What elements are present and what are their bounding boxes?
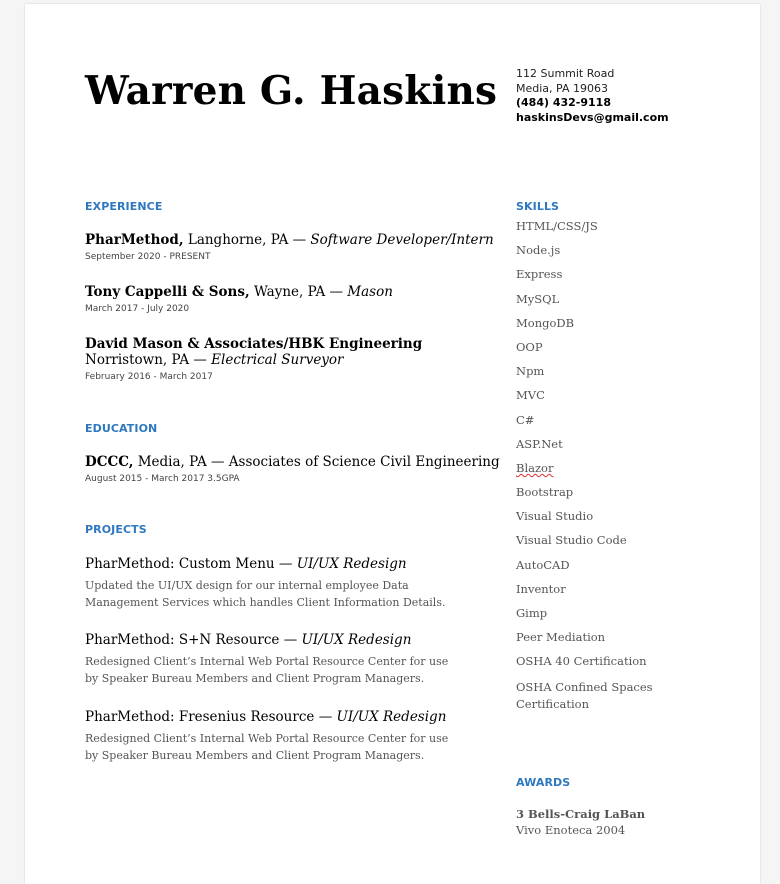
skill-item: Gimp xyxy=(516,606,548,620)
project-separator: — xyxy=(283,632,302,648)
skill-item: Node.js xyxy=(516,243,561,258)
experience-org: David Mason & Associates/HBK Engineering xyxy=(85,336,423,352)
skill-item: Express xyxy=(516,267,563,282)
skill-item: ASP.Net xyxy=(516,436,563,451)
skill-item: OSHA 40 Certification xyxy=(516,654,647,669)
project-item: PharMethod: S+N Resource — UI/UX Redesig… xyxy=(85,632,465,687)
project-item: PharMethod: Custom Menu — UI/UX Redesign… xyxy=(85,556,485,611)
experience-role: Software Developer/Intern xyxy=(310,232,494,248)
skill-item: Peer Mediation xyxy=(516,630,606,645)
education-item: DCCC, Media, PA — Associates of Science … xyxy=(85,454,505,484)
experience-dates: March 2017 - July 2020 xyxy=(85,304,190,314)
project-item: PharMethod: Fresenius Resource — UI/UX R… xyxy=(85,709,465,764)
skill-item: Bootstrap xyxy=(516,485,574,500)
project-separator: — xyxy=(318,709,337,725)
experience-dates: February 2016 - March 2017 xyxy=(85,372,213,382)
education-dates: August 2015 - March 2017 3.5GPA xyxy=(85,474,240,484)
resume-name: Warren G. Haskins xyxy=(85,68,498,114)
skills-heading: SKILLS xyxy=(516,200,560,213)
skill-item: MySQL xyxy=(516,291,560,306)
skill-item: Inventor xyxy=(516,581,566,596)
experience-org: PharMethod, xyxy=(85,232,184,248)
project-role: UI/UX Redesign xyxy=(296,556,407,572)
project-description: Redesigned Client’s Internal Web Portal … xyxy=(85,655,449,685)
experience-item: PharMethod, Langhorne, PA — Software Dev… xyxy=(85,232,505,262)
skill-item: AutoCAD xyxy=(516,557,570,572)
email-address: haskinsDevs@gmail.com xyxy=(516,110,669,124)
address-line-2: Media, PA 19063 xyxy=(516,81,608,95)
award-item: 3 Bells-Craig LaBan Vivo Enoteca 2004 xyxy=(516,806,736,838)
education-org: DCCC, xyxy=(85,454,134,470)
award-detail: Vivo Enoteca 2004 xyxy=(516,823,626,837)
experience-heading: EXPERIENCE xyxy=(85,200,163,213)
skill-item: Visual Studio xyxy=(516,509,594,524)
skill-item: OOP xyxy=(516,339,543,354)
project-title: PharMethod: S+N Resource xyxy=(85,632,284,648)
project-role: UI/UX Redesign xyxy=(301,632,412,648)
contact-block: 112 Summit Road Media, PA 19063 (484) 43… xyxy=(516,67,746,125)
skill-item: MongoDB xyxy=(516,315,575,330)
awards-heading: AWARDS xyxy=(516,776,571,789)
resume-page: Warren G. Haskins 112 Summit Road Media,… xyxy=(25,4,760,884)
skill-item: MVC xyxy=(516,388,545,403)
experience-org: Tony Cappelli & Sons, xyxy=(85,284,250,300)
project-separator: — xyxy=(278,556,297,572)
project-role: UI/UX Redesign xyxy=(336,709,447,725)
experience-role: Mason xyxy=(347,284,393,300)
experience-role: Electrical Surveyor xyxy=(211,352,344,368)
project-title: PharMethod: Custom Menu xyxy=(85,556,279,572)
experience-item: David Mason & Associates/HBK Engineering… xyxy=(85,336,505,382)
project-title: PharMethod: Fresenius Resource xyxy=(85,709,319,725)
project-description: Updated the UI/UX design for our interna… xyxy=(85,579,446,609)
education-heading: EDUCATION xyxy=(85,422,158,435)
address-line-1: 112 Summit Road xyxy=(516,67,615,80)
project-description: Redesigned Client’s Internal Web Portal … xyxy=(85,732,449,762)
award-title: 3 Bells-Craig LaBan xyxy=(516,807,646,821)
experience-dates: September 2020 - PRESENT xyxy=(85,252,211,262)
spellcheck-underlined-skill: Blazor xyxy=(516,460,554,475)
education-detail: Media, PA — Associates of Science Civil … xyxy=(133,454,500,470)
experience-location: Wayne, PA — xyxy=(249,284,348,300)
skill-item: C# xyxy=(516,412,535,427)
skill-item: Npm xyxy=(516,364,545,379)
experience-location: Norristown, PA — xyxy=(85,352,212,368)
phone-number: (484) 432-9118 xyxy=(516,96,611,110)
skill-item: Visual Studio Code xyxy=(516,533,627,548)
projects-heading: PROJECTS xyxy=(85,523,147,536)
skill-item: OSHA Confined Spaces Certification xyxy=(516,679,653,711)
skills-list: HTML/CSS/JS Node.js Express MySQL MongoD… xyxy=(516,219,716,713)
skill-item: HTML/CSS/JS xyxy=(516,219,598,233)
experience-item: Tony Cappelli & Sons, Wayne, PA — Mason … xyxy=(85,284,505,314)
skill-item: Blazor xyxy=(516,461,716,485)
experience-location: Langhorne, PA — xyxy=(183,232,311,248)
